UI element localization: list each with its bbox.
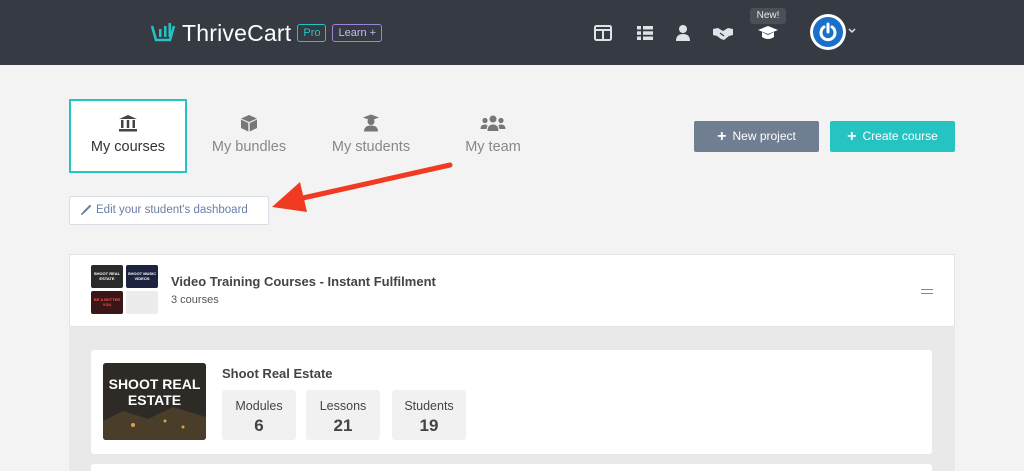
table-icon[interactable] xyxy=(636,24,654,42)
collection-thumbnail: SHOOT REAL ESTATE xyxy=(91,265,123,288)
user-avatar[interactable] xyxy=(810,14,846,50)
modules-stat: Modules 6 xyxy=(222,390,296,440)
tab-my-courses[interactable]: My courses xyxy=(69,99,187,173)
collection-thumbnail: BE A BETTER YOU xyxy=(91,291,123,314)
stat-value: 6 xyxy=(254,416,264,435)
pro-badge: Pro xyxy=(297,24,327,42)
tab-label: My team xyxy=(465,139,521,155)
collection-thumbnail: SHOOT MUSIC VIDEOS xyxy=(126,265,158,288)
stat-label: Lessons xyxy=(319,399,367,413)
edit-student-dashboard-button[interactable]: Edit your student's dashboard xyxy=(69,196,269,225)
collection-thumbnail xyxy=(126,291,158,314)
box-icon xyxy=(241,115,257,132)
handshake-icon[interactable] xyxy=(712,24,734,42)
brand-name: ThriveCart xyxy=(182,20,292,46)
graduation-cap-icon[interactable] xyxy=(757,24,779,42)
power-icon xyxy=(819,22,837,42)
course-thumbnail-text: SHOOT REAL ESTATE xyxy=(108,376,201,408)
course-collection-card[interactable]: SHOOT REAL ESTATE SHOOT MUSIC VIDEOS BE … xyxy=(69,254,955,327)
course-list: SHOOT REAL ESTATE Shoot Real Estate Modu… xyxy=(69,327,955,471)
collection-title: Video Training Courses - Instant Fulfilm… xyxy=(171,274,436,289)
new-badge: New! xyxy=(750,8,786,24)
stat-value: 21 xyxy=(333,416,353,435)
drag-handle-icon[interactable] xyxy=(921,289,933,294)
tab-label: My students xyxy=(331,139,411,155)
create-course-button[interactable]: + Create course xyxy=(830,121,955,152)
user-icon[interactable] xyxy=(674,24,692,42)
top-navigation-bar: ThriveCart Pro Learn + New! xyxy=(0,0,1024,65)
tab-label: My bundles xyxy=(211,139,287,155)
course-title: Shoot Real Estate xyxy=(222,366,333,381)
stat-label: Students xyxy=(404,399,454,413)
chevron-down-icon[interactable] xyxy=(848,28,856,34)
collection-course-count: 3 courses xyxy=(171,294,219,306)
learn-plus-badge: Learn + xyxy=(332,24,383,42)
stat-value: 19 xyxy=(419,416,439,435)
new-project-button[interactable]: + New project xyxy=(694,121,819,152)
paintbrush-icon xyxy=(81,205,91,215)
bank-icon xyxy=(119,115,137,132)
button-label: Create course xyxy=(862,129,938,143)
tab-label: My courses xyxy=(90,139,166,155)
thrivecart-logo[interactable]: ThriveCart Pro Learn + xyxy=(150,20,383,46)
annotation-arrow xyxy=(272,162,453,212)
course-card[interactable]: SHOOT REAL ESTATE Shoot Real Estate Modu… xyxy=(91,350,932,454)
users-icon xyxy=(480,115,506,131)
course-card[interactable] xyxy=(91,464,932,471)
student-icon xyxy=(363,114,379,132)
cart-logo-icon xyxy=(150,23,176,42)
edit-link-label: Edit your student's dashboard xyxy=(96,204,248,216)
layout-icon[interactable] xyxy=(594,24,612,42)
course-thumbnail: SHOOT REAL ESTATE xyxy=(103,363,206,440)
students-stat: Students 19 xyxy=(392,390,466,440)
plus-icon: + xyxy=(847,128,857,145)
lessons-stat: Lessons 21 xyxy=(306,390,380,440)
plus-icon: + xyxy=(717,128,727,145)
stat-label: Modules xyxy=(235,399,283,413)
button-label: New project xyxy=(732,129,796,143)
